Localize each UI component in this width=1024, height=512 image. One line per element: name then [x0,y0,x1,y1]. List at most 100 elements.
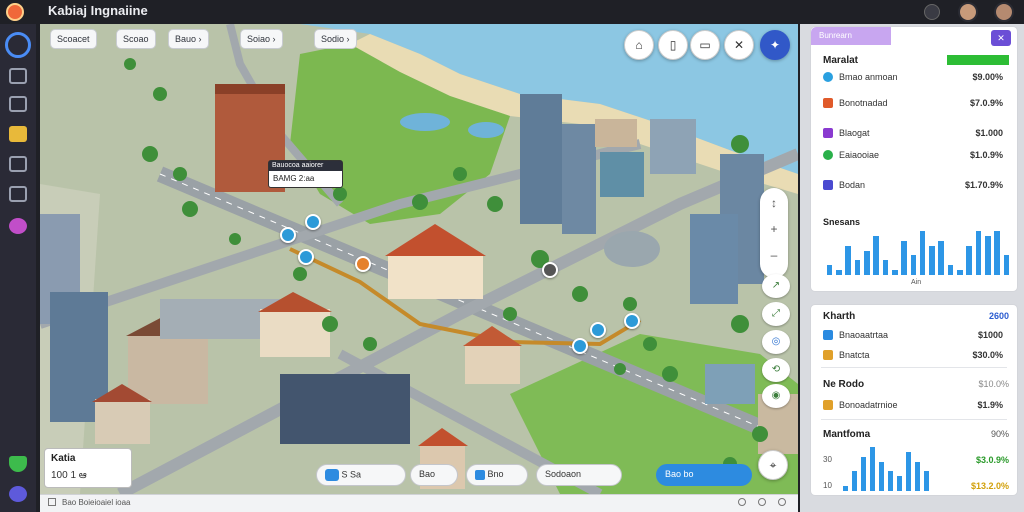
building-map-button[interactable]: ▯ [658,30,688,60]
chip-layers[interactable]: Soiao › [240,29,283,49]
bar-chart-1 [825,231,1011,275]
mini-info-card[interactable]: Katia 100 1 ఆ [44,448,132,488]
chip-search[interactable]: Scoacet [50,29,97,49]
map-pin-6[interactable] [590,322,606,338]
notification-icon[interactable] [924,4,940,20]
user-avatar[interactable] [958,2,978,22]
locate-button[interactable]: ⌖ [758,450,788,480]
building-icon[interactable] [9,156,27,172]
chart-bar [929,245,935,275]
map-pin-3[interactable] [298,249,314,265]
panel4-row-value-2: $13.2.0% [970,481,1009,491]
panel1-row-0[interactable]: Bmao anmoan $9.00% [821,71,1009,85]
compass-button[interactable]: ✦ [760,30,790,60]
left-nav-rail [0,24,36,512]
map-pin-4[interactable] [355,256,371,272]
warehouse [280,374,410,444]
zoom-in-button[interactable]: + [760,218,788,240]
tower-a [520,94,562,224]
map-pin-2[interactable] [280,227,296,243]
status-icon-3[interactable] [758,498,766,506]
chart-bar [860,456,867,491]
record-icon[interactable] [9,218,27,234]
callout-header: Bauocoa aaiorer [269,161,342,171]
car-icon [325,469,339,481]
right-control-4[interactable]: ⟲ [762,358,790,382]
toolbar-group-2[interactable]: Bao [410,464,458,486]
home-map-button[interactable]: ⌂ [624,30,654,60]
row-icon [823,350,833,360]
toolbar-group-3[interactable]: Bno [466,464,528,486]
city-map-view[interactable]: Scoacet Scoao Bauo › Soiao › Sodio › ⌂ ▯… [40,24,798,494]
house-south [95,399,150,444]
chart-bar [826,265,833,275]
tilt-button[interactable]: ↕ [760,192,788,214]
home-nav-icon[interactable] [5,32,31,58]
panel2-title: Kharth [823,311,856,322]
panel3-value: $10.0% [978,379,1009,389]
panel4-value: 90% [990,429,1009,439]
settings-icon[interactable] [9,486,27,502]
user-avatar-2[interactable] [994,2,1014,22]
house-se-roof [418,428,468,446]
panel4-title: Mantfoma [823,429,871,440]
red-roof [385,224,486,256]
chart-bar [1003,255,1010,275]
panel4-row-value-1: $3.0.9% [975,455,1009,465]
map-pin-8[interactable] [572,338,588,354]
home-icon[interactable] [9,96,27,112]
map-callout[interactable]: Bauocoa aaiorer BAMG 2:aa [268,160,343,188]
map-pin-5[interactable] [542,262,558,278]
chip-options[interactable]: Sodio › [314,29,357,49]
toolbar-group-1[interactable]: S Sa [316,464,406,486]
panel3-row-0[interactable]: Bonoadatrnioe $1.9% [821,399,1009,413]
tool-map-button[interactable]: ✕ [724,30,754,60]
panel2-row-0[interactable]: Bnaoaatrtaa $1000 [821,329,1009,343]
chip-filter[interactable]: Scoao [116,29,156,49]
tower-b [562,124,596,234]
chart-icon[interactable] [9,186,27,202]
right-control-3[interactable]: ◎ [762,330,790,354]
row-icon [823,98,833,108]
chart-bar [873,235,879,275]
pond-1 [400,113,450,131]
chart-bar [994,231,1000,275]
status-icon-2[interactable] [738,498,746,506]
panel2-row-1[interactable]: Bnatcta $30.0% [821,349,1009,363]
plant-icon[interactable] [9,456,27,472]
zoom-out-button[interactable]: – [760,244,788,266]
camera-control-icon[interactable]: ◉ [762,384,790,408]
house-north [595,119,637,147]
row-icon [823,330,833,340]
chart-bar [910,255,917,275]
right-control-1[interactable]: ↗ [762,274,790,298]
panel1-row-1[interactable]: Bonotnadad $7.0.9% [821,97,1009,111]
chart-bar [891,270,898,275]
chart-bar [836,270,842,275]
chart-bar [947,265,954,275]
brick-tower-roof [215,84,285,94]
mini-card-stats: 100 1 ఆ [51,470,87,481]
panel1-row-4[interactable]: Bodan $1.70.9% [821,179,1009,193]
bookmark-map-button[interactable]: ▭ [690,30,720,60]
toolbar-group-4[interactable]: Sodoaon [536,464,622,486]
status-icon-4[interactable] [778,498,786,506]
layers-icon[interactable] [9,68,27,84]
map-pin-1[interactable] [305,214,321,230]
map-pin-7[interactable] [624,313,640,329]
chip-calendar[interactable]: Bauo › [168,29,209,49]
round-building [604,231,660,267]
app-title: Kabiaj Ingnaiine [48,3,148,18]
folder-icon[interactable] [9,126,27,142]
pond-2 [468,122,504,138]
divider [821,419,1007,420]
panel-action-icon[interactable]: ✕ [991,30,1011,46]
panel-badge: Bunrearn [811,27,891,45]
chart-bar [975,231,982,275]
row-icon [823,128,833,138]
right-control-2[interactable]: ⤢ [762,302,790,326]
panel1-row-3[interactable]: Eaiaooiae $1.0.9% [821,149,1009,163]
chart-bar [878,461,885,491]
panel1-row-2[interactable]: Blaogat $1.000 [821,127,1009,141]
toolbar-group-5[interactable]: Bao bo [656,464,752,486]
